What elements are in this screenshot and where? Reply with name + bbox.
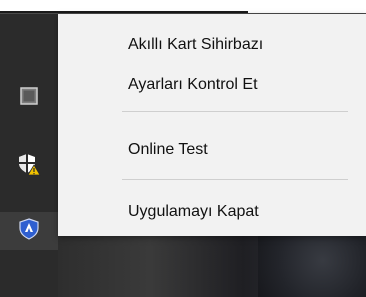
menu-item-check-settings[interactable]: Ayarları Kontrol Et xyxy=(58,71,366,101)
menu-separator xyxy=(122,111,348,112)
menu-item-label: Online Test xyxy=(128,141,208,158)
tray-item-app[interactable] xyxy=(0,78,58,118)
system-tray-column xyxy=(0,14,58,297)
menu-item-close-app[interactable]: Uygulamayı Kapat xyxy=(58,198,366,228)
menu-item-online-test[interactable]: Online Test xyxy=(58,136,366,166)
menu-item-label: Akıllı Kart Sihirbazı xyxy=(128,36,264,53)
smart-card-shield-icon xyxy=(17,217,41,246)
menu-separator xyxy=(122,179,348,180)
security-warning-shield-icon xyxy=(17,152,41,181)
grid-app-icon xyxy=(20,86,38,110)
context-menu: Akıllı Kart Sihirbazı Ayarları Kontrol E… xyxy=(58,14,366,236)
tray-item-smart-card[interactable] xyxy=(0,212,58,250)
menu-item-label: Ayarları Kontrol Et xyxy=(128,76,258,93)
tray-item-security[interactable] xyxy=(0,146,58,186)
menu-item-label: Uygulamayı Kapat xyxy=(128,203,259,220)
menu-item-smart-card-wizard[interactable]: Akıllı Kart Sihirbazı xyxy=(58,31,366,61)
desktop-background xyxy=(58,236,366,297)
